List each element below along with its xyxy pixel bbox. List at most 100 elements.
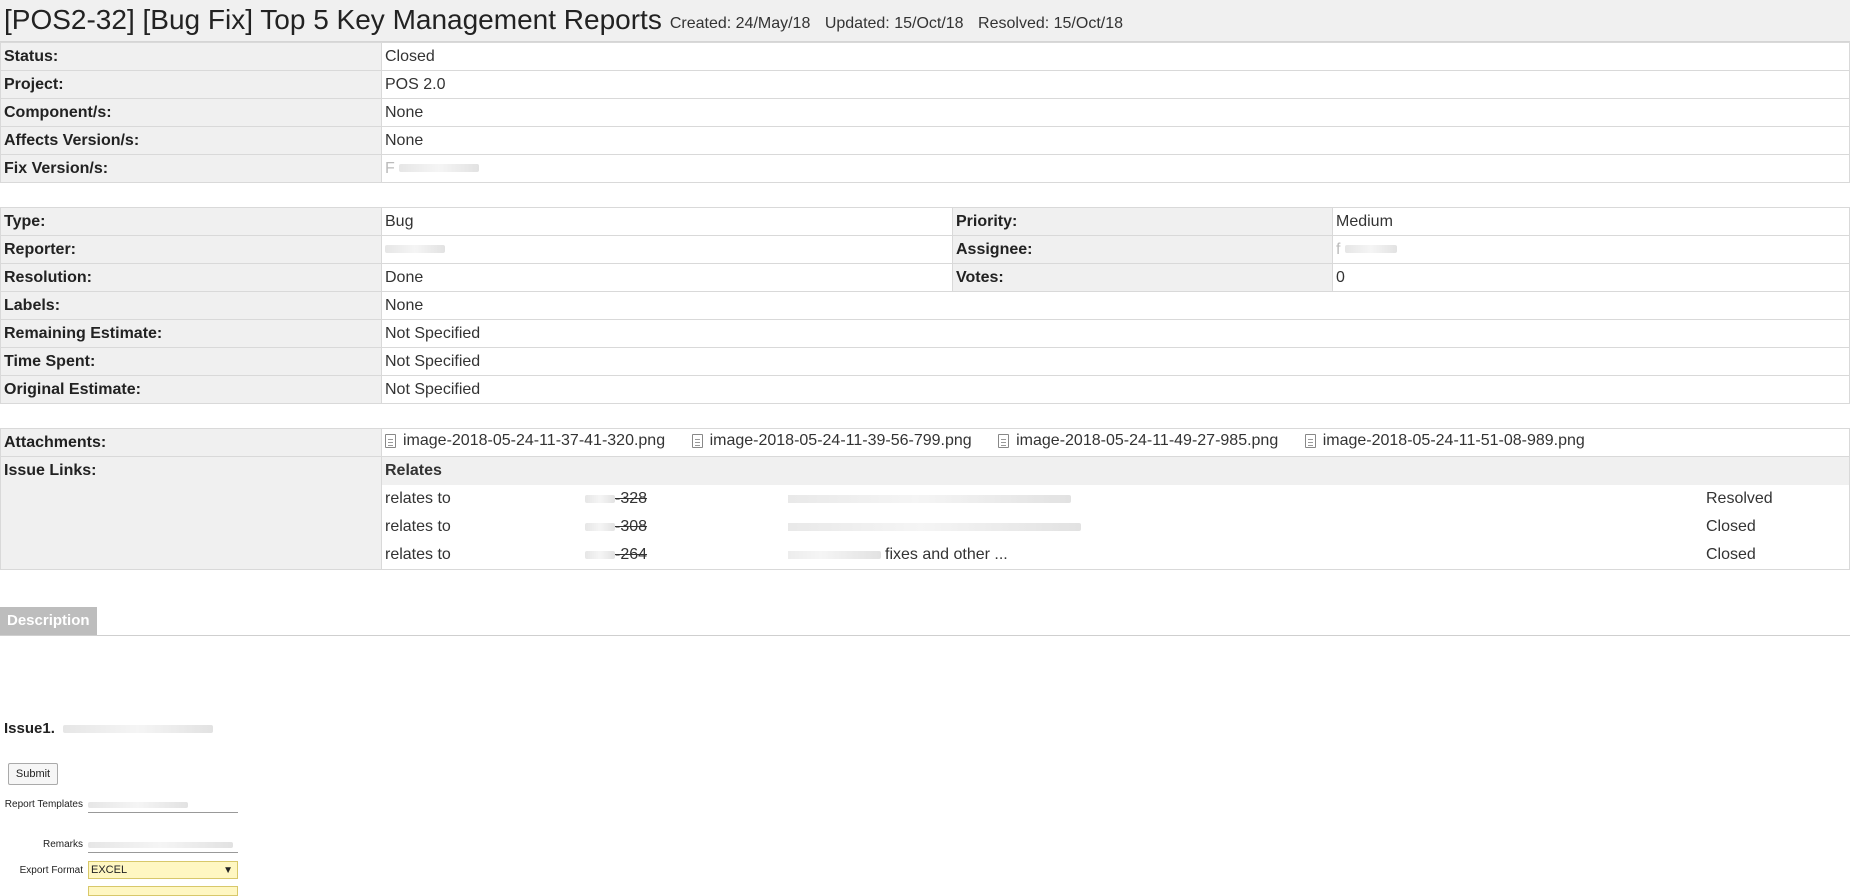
issue-links-table: Relates relates to -328 Resolved relates…: [382, 457, 1849, 569]
assignee-label: Assignee:: [952, 235, 1333, 264]
type-value: Bug: [381, 207, 953, 236]
file-icon: [998, 434, 1010, 448]
project-label: Project:: [0, 70, 382, 99]
time-spent-row: Time Spent: Not Specified: [0, 347, 1850, 376]
component-row: Component/s: None: [0, 98, 1850, 127]
resolution-label: Resolution:: [0, 263, 382, 292]
resolution-row: Resolution: Done Votes: 0: [0, 263, 1850, 292]
link-key-text: -328: [615, 490, 648, 507]
reporter-row: Reporter: Assignee: f: [0, 235, 1850, 264]
remaining-estimate-row: Remaining Estimate: Not Specified: [0, 319, 1850, 348]
type-row: Type: Bug Priority: Medium: [0, 207, 1850, 236]
remarks-field[interactable]: [88, 836, 238, 853]
redacted-text: [399, 164, 480, 173]
attachment-name: image-2018-05-24-11-39-56-799.png: [709, 432, 972, 449]
link-summary-text: fixes and other ...: [885, 546, 1008, 563]
project-row: Project: POS 2.0: [0, 70, 1850, 99]
attachment-link[interactable]: image-2018-05-24-11-37-41-320.png: [385, 432, 665, 450]
priority-label: Priority:: [952, 207, 1333, 236]
project-value: POS 2.0: [381, 70, 1850, 99]
redacted-text: [385, 245, 445, 254]
export-format-select[interactable]: EXCEL ▼: [88, 861, 238, 879]
component-value: None: [381, 98, 1850, 127]
link-key-text: -308: [615, 518, 648, 535]
redacted-text: [88, 841, 233, 848]
attachment-link[interactable]: image-2018-05-24-11-51-08-989.png: [1304, 432, 1585, 450]
link-status: Closed: [1706, 518, 1756, 535]
fix-version-label: Fix Version/s:: [0, 154, 382, 183]
issue1-heading: Issue1.: [4, 720, 214, 737]
attachment-link[interactable]: image-2018-05-24-11-49-27-985.png: [998, 432, 1278, 450]
fix-version-row: Fix Version/s: F: [0, 154, 1850, 183]
export-format-label: Export Format: [19, 865, 83, 876]
link-row: relates to -308 Closed: [383, 513, 1849, 541]
link-row: relates to -264 fixes and other ... Clos…: [383, 541, 1849, 569]
component-label: Component/s:: [0, 98, 382, 127]
link-key[interactable]: -308: [582, 513, 788, 541]
link-summary[interactable]: fixes and other ...: [788, 541, 1703, 569]
link-key-text: -264: [615, 546, 648, 563]
file-icon: [385, 434, 396, 448]
link-key[interactable]: -328: [582, 485, 788, 513]
status-row: Status: Closed: [0, 42, 1850, 71]
original-estimate-label: Original Estimate:: [0, 375, 382, 404]
remaining-estimate-label: Remaining Estimate:: [0, 319, 382, 348]
redacted-text: [585, 550, 615, 559]
attachments-row: Attachments: image-2018-05-24-11-37-41-3…: [0, 428, 1850, 457]
issue-links-label: Issue Links:: [0, 456, 382, 570]
link-summary[interactable]: [788, 485, 1703, 513]
file-icon: [691, 434, 703, 448]
submit-button[interactable]: Submit: [8, 763, 58, 785]
attachments-links-table: Attachments: image-2018-05-24-11-37-41-3…: [0, 428, 1850, 570]
issue1-label: Issue1.: [4, 720, 55, 737]
attachments-list: image-2018-05-24-11-37-41-320.png image-…: [381, 428, 1850, 457]
issue-details-table: Type: Bug Priority: Medium Reporter: Ass…: [0, 207, 1850, 404]
issue-title: [POS2-32] [Bug Fix] Top 5 Key Management…: [4, 4, 662, 35]
redacted-text: [788, 550, 881, 559]
link-relation: relates to: [385, 546, 451, 563]
redacted-text: [788, 522, 1081, 531]
issue-links-cell: Relates relates to -328 Resolved relates…: [381, 456, 1850, 570]
report-templates-label: Report Templates: [4, 799, 83, 810]
redacted-text: [585, 494, 615, 503]
redacted-text: [585, 522, 615, 531]
attachment-link[interactable]: image-2018-05-24-11-39-56-799.png: [691, 432, 972, 450]
relates-heading: Relates: [382, 457, 1849, 485]
chevron-down-icon: ▼: [223, 865, 233, 876]
remarks-label: Remarks: [42, 839, 83, 850]
link-summary[interactable]: [788, 513, 1703, 541]
link-status: Closed: [1706, 546, 1756, 563]
affects-version-label: Affects Version/s:: [0, 126, 382, 155]
link-relation: relates to: [385, 490, 451, 507]
reporter-label: Reporter:: [0, 235, 382, 264]
redacted-text: [1344, 245, 1397, 254]
resolved-date: Resolved: 15/Oct/18: [978, 15, 1123, 32]
description-tab[interactable]: Description: [0, 607, 97, 635]
updated-date: Updated: 15/Oct/18: [824, 15, 964, 32]
file-icon: [1304, 434, 1316, 448]
affects-version-row: Affects Version/s: None: [0, 126, 1850, 155]
attachment-name: image-2018-05-24-11-51-08-989.png: [1322, 432, 1585, 449]
resolution-value: Done: [381, 263, 953, 292]
original-estimate-value: Not Specified: [381, 375, 1850, 404]
attachment-name: image-2018-05-24-11-37-41-320.png: [403, 432, 666, 449]
next-field[interactable]: [88, 886, 238, 896]
priority-value: Medium: [1332, 207, 1850, 236]
link-key[interactable]: -264: [582, 541, 788, 569]
assignee-value: f: [1332, 235, 1850, 264]
type-label: Type:: [0, 207, 382, 236]
labels-value: None: [381, 291, 1850, 320]
issue-summary-table: Status: Closed Project: POS 2.0 Componen…: [0, 42, 1850, 183]
votes-value: 0: [1332, 263, 1850, 292]
original-estimate-row: Original Estimate: Not Specified: [0, 375, 1850, 404]
redacted-text: [788, 494, 1071, 503]
remaining-estimate-value: Not Specified: [381, 319, 1850, 348]
description-divider: [0, 635, 1850, 636]
labels-row: Labels: None: [0, 291, 1850, 320]
issue-header: [POS2-32] [Bug Fix] Top 5 Key Management…: [0, 0, 1850, 42]
status-value: Closed: [381, 42, 1850, 71]
created-date: Created: 24/May/18: [669, 15, 811, 32]
assignee-name: f: [1336, 240, 1341, 258]
report-templates-field[interactable]: [88, 796, 238, 813]
issue-dates: Created: 24/May/18 Updated: 15/Oct/18 Re…: [670, 13, 1133, 35]
